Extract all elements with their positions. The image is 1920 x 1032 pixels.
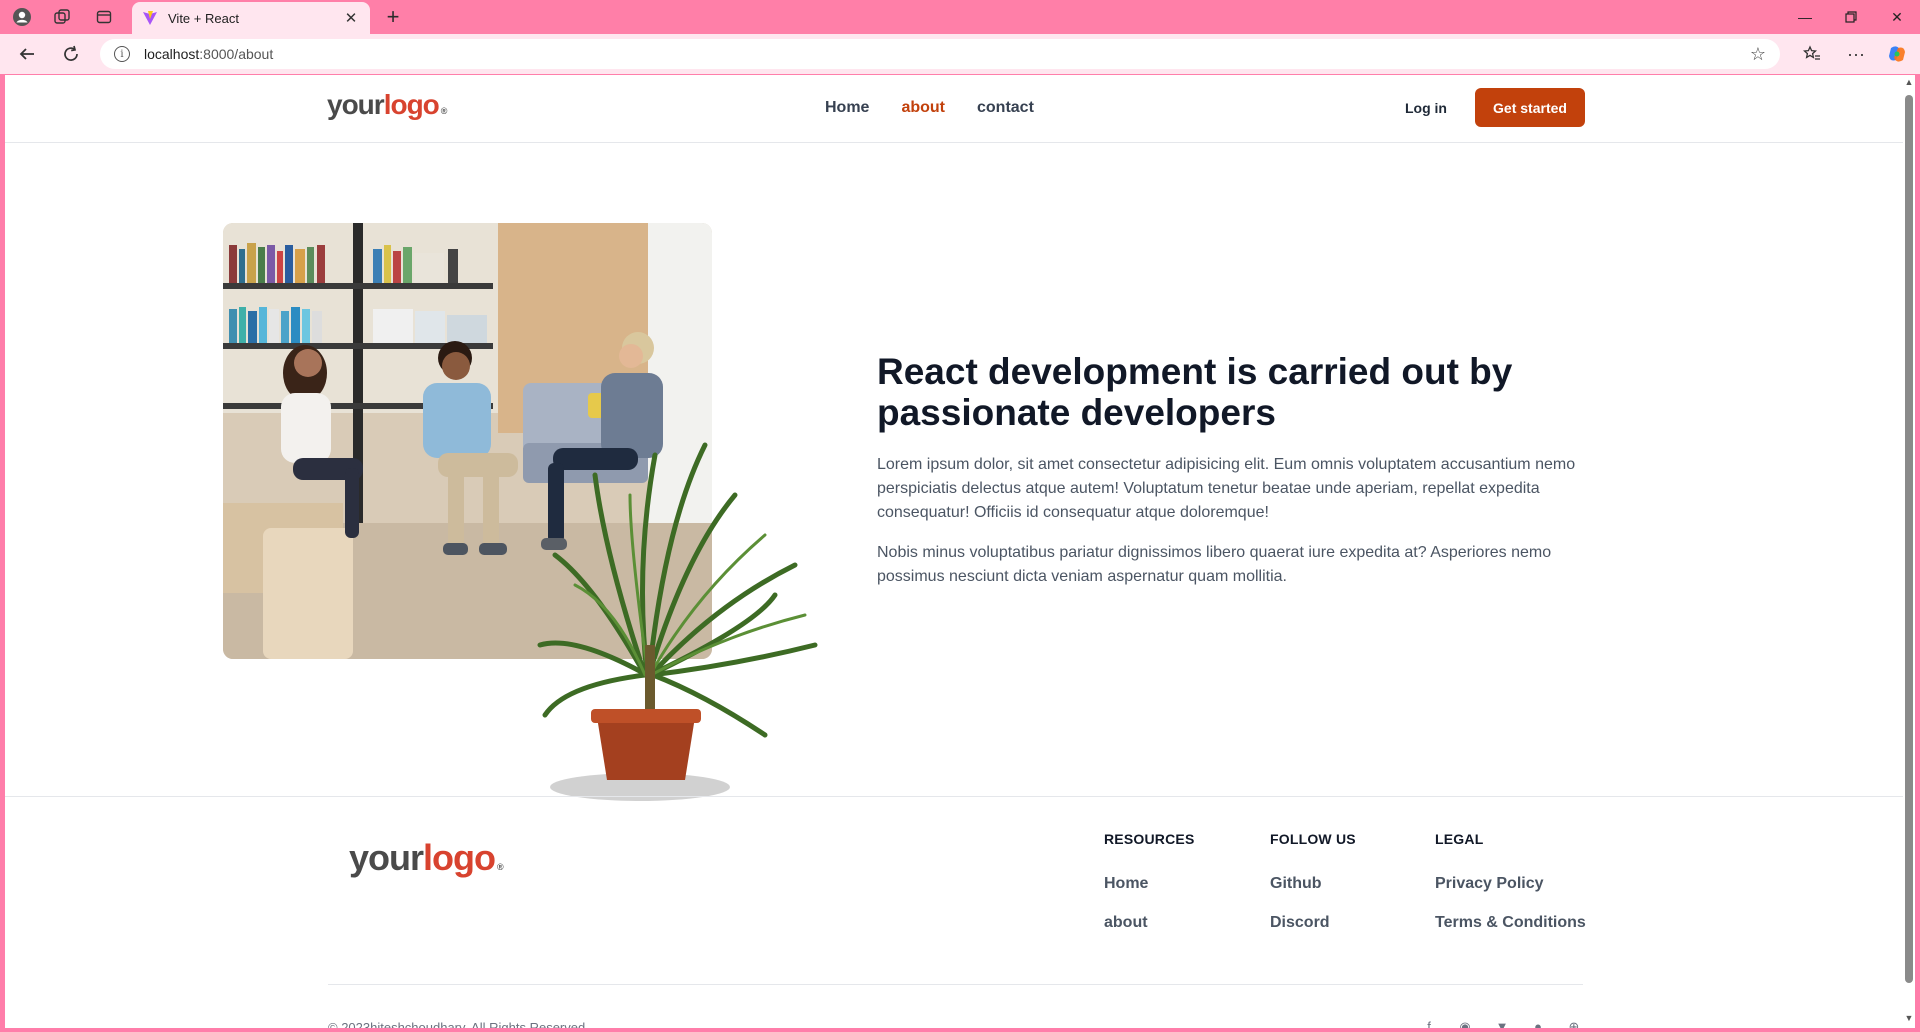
tab-active[interactable]: Vite + React ✕ [132,2,370,34]
page-scrollbar[interactable]: ▲ ▼ [1903,75,1915,1028]
address-toolbar: i localhost:8000/about ☆ ··· [0,34,1920,74]
nav-contact[interactable]: contact [977,99,1034,117]
footer-divider [328,984,1583,985]
footer-link-about[interactable]: about [1104,914,1194,932]
hero-paragraph-2: Nobis minus voluptatibus pariatur dignis… [877,544,1552,585]
scroll-thumb[interactable] [1905,95,1913,983]
favorite-star-icon[interactable]: ☆ [1750,44,1766,65]
address-bar[interactable]: i localhost:8000/about ☆ [100,39,1780,69]
footer-heading: FOLLOW US [1270,831,1356,847]
workspaces-icon[interactable] [48,4,76,30]
profile-icon[interactable] [8,4,36,30]
more-menu-icon[interactable]: ··· [1841,40,1871,68]
nav-home[interactable]: Home [825,99,869,117]
tab-bar: Vite + React ✕ + — ✕ [0,0,1920,34]
potted-plant-image [535,435,835,805]
tab-title: Vite + React [168,10,239,26]
page-viewport: your logo ® Home about contact Log in Get … [5,75,1903,1028]
tab-close-icon[interactable]: ✕ [342,9,360,27]
nav-about[interactable]: about [901,99,945,117]
back-icon[interactable] [12,40,42,68]
get-started-button[interactable]: Get started [1475,88,1585,127]
footer-logo-text-logo: logo [423,837,496,878]
vite-icon [143,11,157,25]
footer-link-discord[interactable]: Discord [1270,914,1356,932]
close-window-icon[interactable]: ✕ [1874,0,1920,34]
footer-heading: RESOURCES [1104,831,1195,847]
favorites-icon[interactable] [1797,40,1827,68]
scroll-up-icon[interactable]: ▲ [1903,77,1915,87]
logo-text-your: your [327,89,385,120]
footer-column-resources: RESOURCES Home about [1104,831,1194,932]
footer-logo[interactable]: your logo ® [349,837,504,879]
footer-registered-mark: ® [497,862,504,872]
login-link[interactable]: Log in [1405,100,1447,116]
footer-link-terms[interactable]: Terms & Conditions [1435,914,1586,932]
copyright-text: © 2023hiteshchoudhary. All Rights Reserv… [328,1020,589,1028]
footer-link-home[interactable]: Home [1104,875,1194,893]
site-info-icon[interactable]: i [114,46,130,62]
logo-text-logo: logo [383,89,440,120]
footer-logo-text-your: your [349,837,424,878]
copilot-icon[interactable] [1882,40,1912,68]
twitter-icon[interactable]: ▼ [1493,1019,1511,1028]
hero-title: React development is carried out by pass… [877,351,1513,433]
facebook-icon[interactable]: f [1420,1019,1438,1028]
footer-top-border [5,796,1903,797]
minimize-icon[interactable]: — [1782,0,1828,34]
dribbble-icon[interactable]: ⊕ [1565,1019,1583,1028]
hero-paragraph-1: Lorem ipsum dolor, sit amet consectetur … [877,456,1576,521]
github-icon[interactable]: ● [1529,1019,1547,1028]
reload-icon[interactable] [56,40,86,68]
footer-link-privacy-policy[interactable]: Privacy Policy [1435,875,1586,893]
tab-actions-icon[interactable] [90,4,118,30]
footer-link-github[interactable]: Github [1270,875,1356,893]
registered-mark: ® [440,106,448,116]
discord-icon[interactable]: ◉ [1456,1019,1474,1028]
restore-icon[interactable] [1828,0,1874,34]
footer-heading: LEGAL [1435,831,1484,847]
url-text[interactable]: localhost:8000/about [144,46,1750,62]
footer-column-follow-us: FOLLOW US Github Discord [1270,831,1356,932]
footer-column-legal: LEGAL Privacy Policy Terms & Conditions [1435,831,1586,932]
new-tab-icon[interactable]: + [380,4,406,30]
header-logo[interactable]: your logo ® [327,89,448,121]
main-nav: Home about contact [825,99,1034,117]
site-header: your logo ® Home about contact Log in Get … [5,75,1903,143]
scroll-down-icon[interactable]: ▼ [1903,1013,1915,1023]
browser-chrome: Vite + React ✕ + — ✕ i localhost:8000/ab… [0,0,1920,74]
